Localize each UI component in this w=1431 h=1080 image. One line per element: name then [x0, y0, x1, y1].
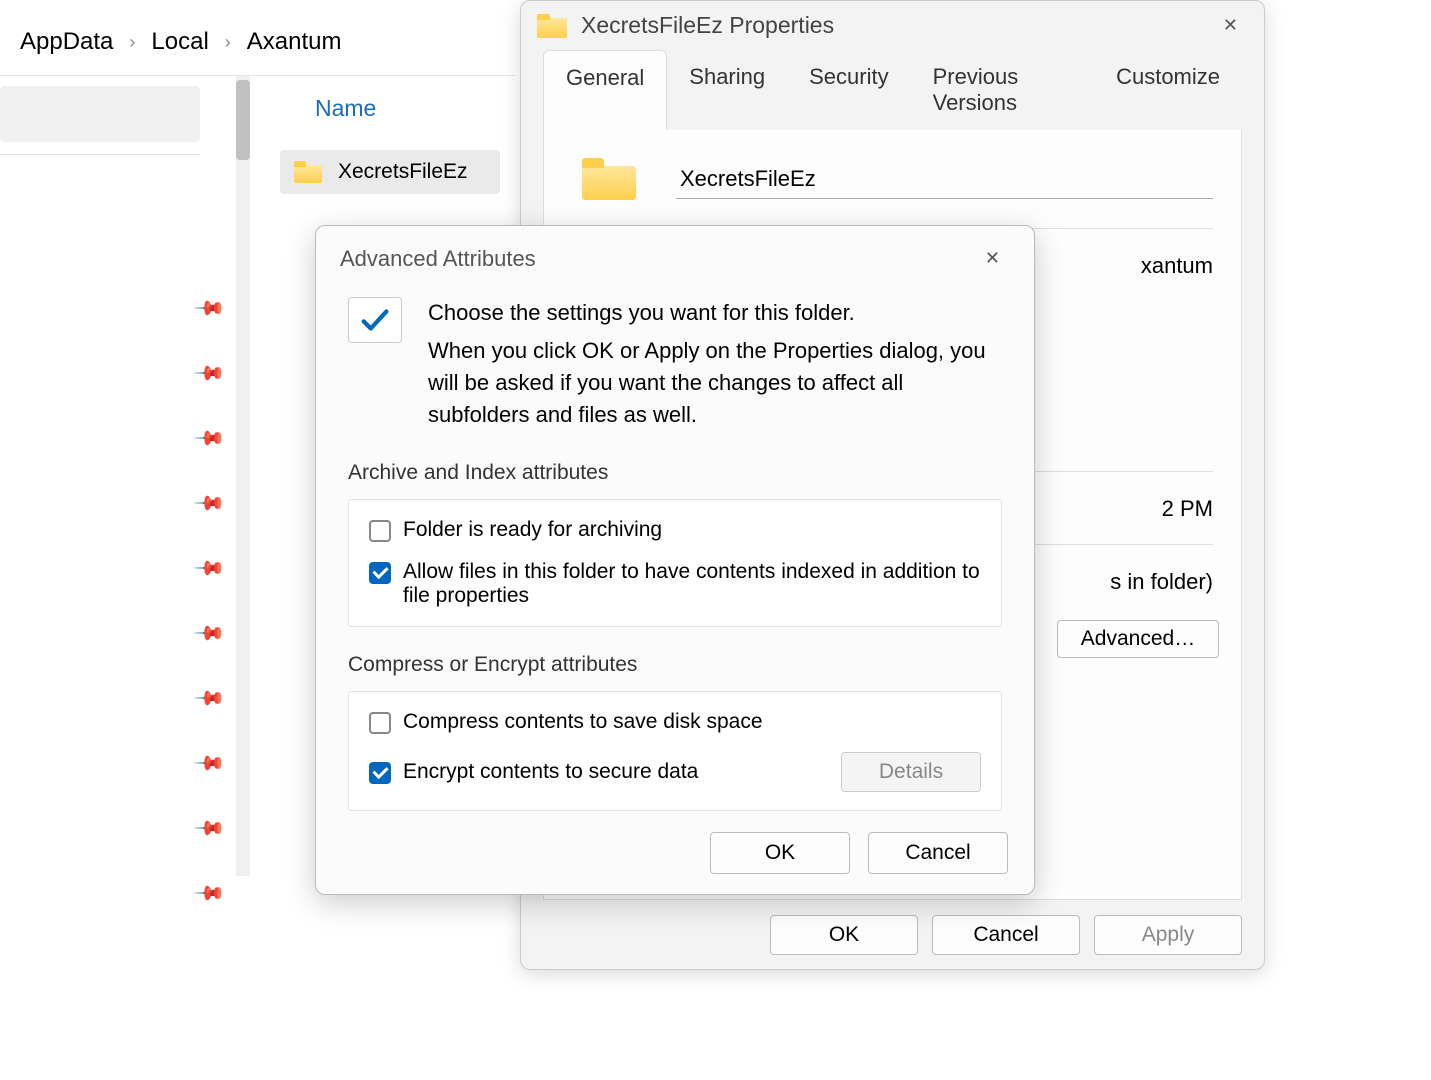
checkbox-indexing[interactable]: Allow files in this folder to have conte…: [369, 560, 981, 608]
location-value: xantum: [1141, 253, 1213, 279]
advanced-button[interactable]: Advanced…: [1057, 620, 1219, 658]
group-compress: Compress contents to save disk space Enc…: [348, 691, 1002, 811]
pin-icon: 📌: [192, 551, 227, 586]
pin-icon: 📌: [192, 681, 227, 716]
checkbox-icon: [369, 762, 391, 784]
contains-value: s in folder): [1110, 569, 1213, 595]
tab-bar: General Sharing Security Previous Versio…: [521, 50, 1264, 130]
list-item[interactable]: XecretsFileEz: [280, 150, 500, 194]
pin-icon: 📌: [192, 811, 227, 846]
pin-icon: 📌: [192, 616, 227, 651]
ok-button[interactable]: OK: [770, 915, 918, 955]
tab-previous-versions[interactable]: Previous Versions: [911, 50, 1094, 130]
breadcrumb-appdata[interactable]: AppData: [20, 28, 113, 56]
advanced-attributes-dialog: Advanced Attributes ✕ Choose the setting…: [315, 225, 1035, 895]
sidebar: 📌 📌 📌 📌 📌 📌 📌 📌 📌 📌: [0, 76, 250, 946]
checkbox-archiving[interactable]: Folder is ready for archiving: [369, 518, 981, 542]
sidebar-item[interactable]: [0, 86, 200, 142]
cancel-button[interactable]: Cancel: [932, 915, 1080, 955]
group-header-archive: Archive and Index attributes: [348, 461, 1002, 485]
breadcrumb[interactable]: AppData › Local › Axantum: [20, 28, 342, 56]
pin-icon: 📌: [192, 291, 227, 326]
folder-name-input[interactable]: [676, 159, 1213, 199]
group-header-compress: Compress or Encrypt attributes: [348, 653, 1002, 677]
pin-icon: 📌: [192, 486, 227, 521]
folder-icon: [294, 161, 322, 183]
pin-icon: 📌: [192, 356, 227, 391]
cancel-button[interactable]: Cancel: [868, 832, 1008, 874]
group-archive: Folder is ready for archiving Allow file…: [348, 499, 1002, 627]
dialog-title: Advanced Attributes: [340, 246, 975, 272]
chevron-right-icon: ›: [129, 32, 135, 53]
close-icon[interactable]: ✕: [1213, 11, 1248, 40]
pin-icon: 📌: [192, 746, 227, 781]
scrollbar[interactable]: [236, 76, 250, 876]
divider: [0, 154, 200, 155]
checkbox-encrypt[interactable]: Encrypt contents to secure data Details: [369, 752, 981, 792]
column-header-name[interactable]: Name: [315, 95, 520, 122]
folder-icon: [537, 14, 567, 38]
checkmark-icon: [348, 297, 402, 343]
pin-icon: 📌: [192, 876, 227, 911]
details-button[interactable]: Details: [841, 752, 981, 792]
tab-general[interactable]: General: [543, 50, 667, 130]
titlebar[interactable]: Advanced Attributes ✕: [316, 226, 1034, 291]
breadcrumb-local[interactable]: Local: [151, 28, 208, 56]
checkbox-icon: [369, 562, 391, 584]
titlebar[interactable]: XecretsFileEz Properties ✕: [521, 1, 1264, 50]
file-name: XecretsFileEz: [338, 160, 468, 184]
checkbox-compress[interactable]: Compress contents to save disk space: [369, 710, 981, 734]
tab-security[interactable]: Security: [787, 50, 910, 130]
close-icon[interactable]: ✕: [975, 244, 1010, 273]
checkbox-icon: [369, 712, 391, 734]
tab-customize[interactable]: Customize: [1094, 50, 1242, 130]
file-list: Name XecretsFileEz: [280, 95, 520, 194]
breadcrumb-axantum[interactable]: Axantum: [247, 28, 342, 56]
checkbox-icon: [369, 520, 391, 542]
pin-icon: 📌: [192, 421, 227, 456]
scrollbar-thumb[interactable]: [236, 80, 250, 160]
chevron-right-icon: ›: [225, 32, 231, 53]
tab-sharing[interactable]: Sharing: [667, 50, 787, 130]
folder-icon: [582, 158, 636, 200]
ok-button[interactable]: OK: [710, 832, 850, 874]
apply-button[interactable]: Apply: [1094, 915, 1242, 955]
created-value: 2 PM: [1162, 496, 1213, 522]
intro-text: Choose the settings you want for this fo…: [428, 297, 1002, 431]
dialog-title: XecretsFileEz Properties: [581, 12, 1213, 39]
